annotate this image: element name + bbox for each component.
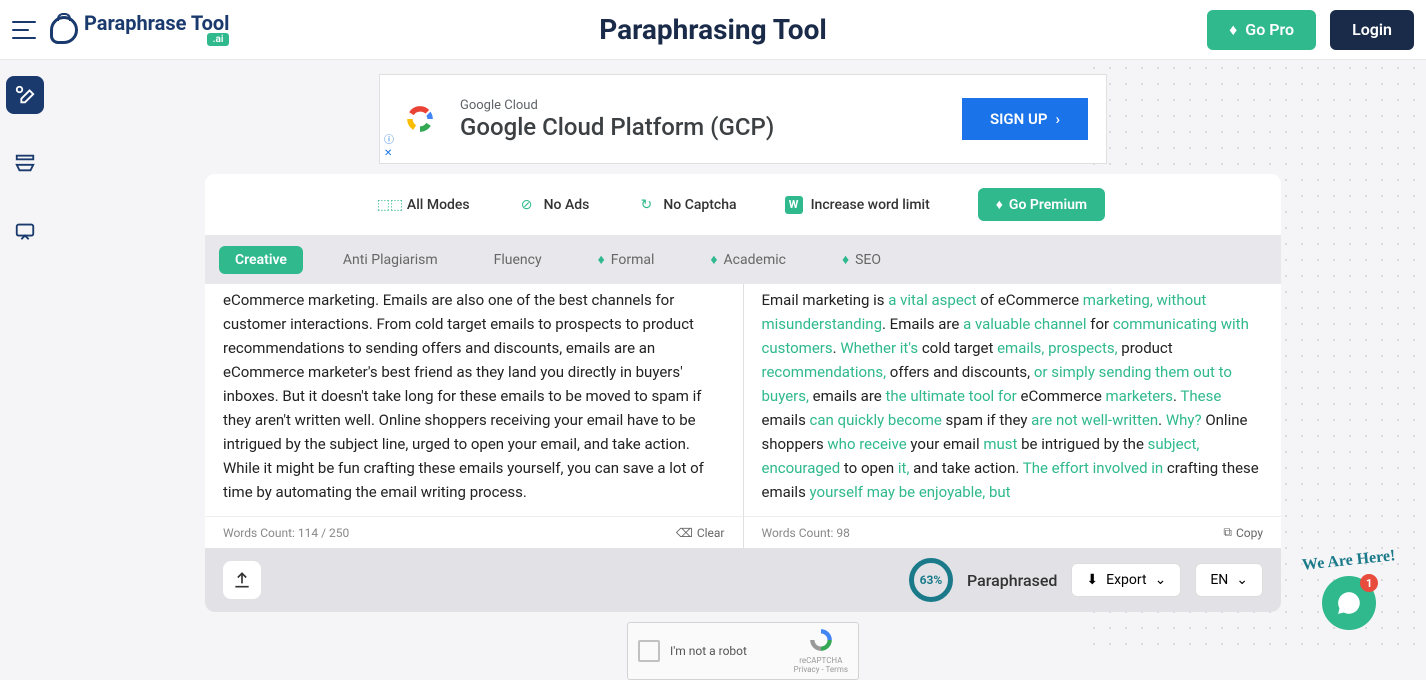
help-text: We Are Here! [1302, 547, 1397, 575]
input-footer: Words Count: 114 / 250 ⌫Clear [205, 516, 744, 548]
language-dropdown[interactable]: EN ⌄ [1195, 563, 1263, 597]
logo-badge: .ai [207, 33, 230, 46]
prem-all-modes: ⬚⬚All Modes [381, 196, 470, 214]
logo[interactable]: Paraphrase Tool .ai [50, 13, 229, 46]
diamond-icon: ♦ [1229, 20, 1237, 40]
bottom-bar: 63% Paraphrased ⬇ Export ⌄ EN ⌄ [205, 548, 1281, 612]
ad-brand: Google Cloud [460, 98, 774, 113]
chat-fab[interactable] [1322, 576, 1376, 630]
ad-cta-label: SIGN UP [990, 110, 1048, 128]
tab-fluency[interactable]: Fluency [478, 246, 558, 274]
tab-anti-plagiarism[interactable]: Anti Plagiarism [327, 246, 454, 274]
diamond-icon: ♦ [842, 251, 849, 268]
google-cloud-icon [398, 97, 442, 141]
diamond-icon: ♦ [996, 196, 1003, 213]
help-widget: We Are Here! [1302, 552, 1396, 630]
recaptcha-logo: reCAPTCHA Privacy - Terms [794, 627, 848, 675]
export-dropdown[interactable]: ⬇ Export ⌄ [1071, 563, 1181, 597]
header: Paraphrase Tool .ai Paraphrasing Tool ♦ … [0, 0, 1426, 60]
logo-text: Paraphrase Tool [84, 13, 229, 33]
chevron-right-icon: › [1055, 110, 1060, 128]
grid-icon: ⬚⬚ [381, 196, 399, 214]
upload-icon [232, 570, 252, 590]
refresh-icon: ↻ [637, 196, 655, 214]
ad-signup-button[interactable]: SIGN UP › [962, 98, 1088, 140]
mode-tabs: Creative Anti Plagiarism Fluency ♦Formal… [205, 235, 1281, 284]
input-text[interactable]: eCommerce marketing. Emails are also one… [223, 284, 725, 504]
diamond-icon: ♦ [710, 251, 717, 268]
prem-word-limit: WIncrease word limit [785, 196, 930, 214]
input-word-count: Words Count: 114 / 250 [223, 526, 349, 540]
go-premium-button[interactable]: ♦Go Premium [978, 188, 1105, 221]
sidebar [6, 76, 44, 250]
copy-button[interactable]: ⧉Copy [1223, 525, 1263, 540]
tab-creative[interactable]: Creative [219, 246, 303, 274]
output-text: Email marketing is a vital aspect of eCo… [762, 284, 1264, 504]
go-pro-button[interactable]: ♦ Go Pro [1207, 10, 1316, 50]
sidebar-chat-icon[interactable] [6, 212, 44, 250]
close-ad-icon[interactable]: ✕ [384, 148, 394, 159]
upload-button[interactable] [223, 561, 261, 599]
recaptcha-label: I'm not a robot [670, 644, 784, 658]
sidebar-paraphrase-icon[interactable] [6, 76, 44, 114]
tab-academic[interactable]: ♦Academic [694, 245, 802, 274]
main-card: ⬚⬚All Modes ⊘No Ads ↻No Captcha WIncreas… [205, 174, 1281, 612]
copy-icon: ⧉ [1223, 525, 1232, 540]
sidebar-summarize-icon[interactable] [6, 144, 44, 182]
paraphrased-label: Paraphrased [967, 571, 1057, 590]
chevron-down-icon: ⌄ [1236, 572, 1248, 588]
diamond-icon: ♦ [598, 251, 605, 268]
chevron-down-icon: ⌄ [1155, 572, 1167, 588]
login-button[interactable]: Login [1330, 10, 1414, 50]
download-icon: ⬇ [1086, 572, 1098, 588]
recaptcha-checkbox[interactable] [638, 640, 660, 662]
ad-info-icons: ⓘ✕ [384, 131, 394, 159]
chat-icon [1336, 590, 1362, 616]
prem-no-ads: ⊘No Ads [518, 196, 590, 214]
word-icon: W [785, 196, 803, 214]
tab-seo[interactable]: ♦SEO [826, 245, 897, 274]
progress-circle: 63% [909, 558, 953, 602]
page-title: Paraphrasing Tool [599, 13, 827, 46]
input-pane[interactable]: eCommerce marketing. Emails are also one… [205, 284, 744, 516]
ad-banner[interactable]: ⓘ✕ Google Cloud Google Cloud Platform (G… [379, 74, 1107, 164]
prem-no-captcha: ↻No Captcha [637, 196, 736, 214]
tab-formal[interactable]: ♦Formal [582, 245, 671, 274]
premium-bar: ⬚⬚All Modes ⊘No Ads ↻No Captcha WIncreas… [205, 174, 1281, 235]
ad-headline: Google Cloud Platform (GCP) [460, 113, 774, 141]
output-footer: Words Count: 98 ⧉Copy [744, 516, 1282, 548]
recaptcha[interactable]: I'm not a robot reCAPTCHA Privacy - Term… [627, 622, 859, 680]
output-word-count: Words Count: 98 [762, 526, 850, 540]
go-pro-label: Go Pro [1245, 20, 1294, 39]
output-pane: Email marketing is a vital aspect of eCo… [744, 284, 1282, 516]
logo-icon [50, 16, 78, 44]
clear-button[interactable]: ⌫Clear [676, 526, 725, 540]
info-icon[interactable]: ⓘ [384, 131, 394, 146]
no-ads-icon: ⊘ [518, 196, 536, 214]
menu-icon[interactable] [12, 21, 36, 39]
eraser-icon: ⌫ [676, 526, 693, 540]
